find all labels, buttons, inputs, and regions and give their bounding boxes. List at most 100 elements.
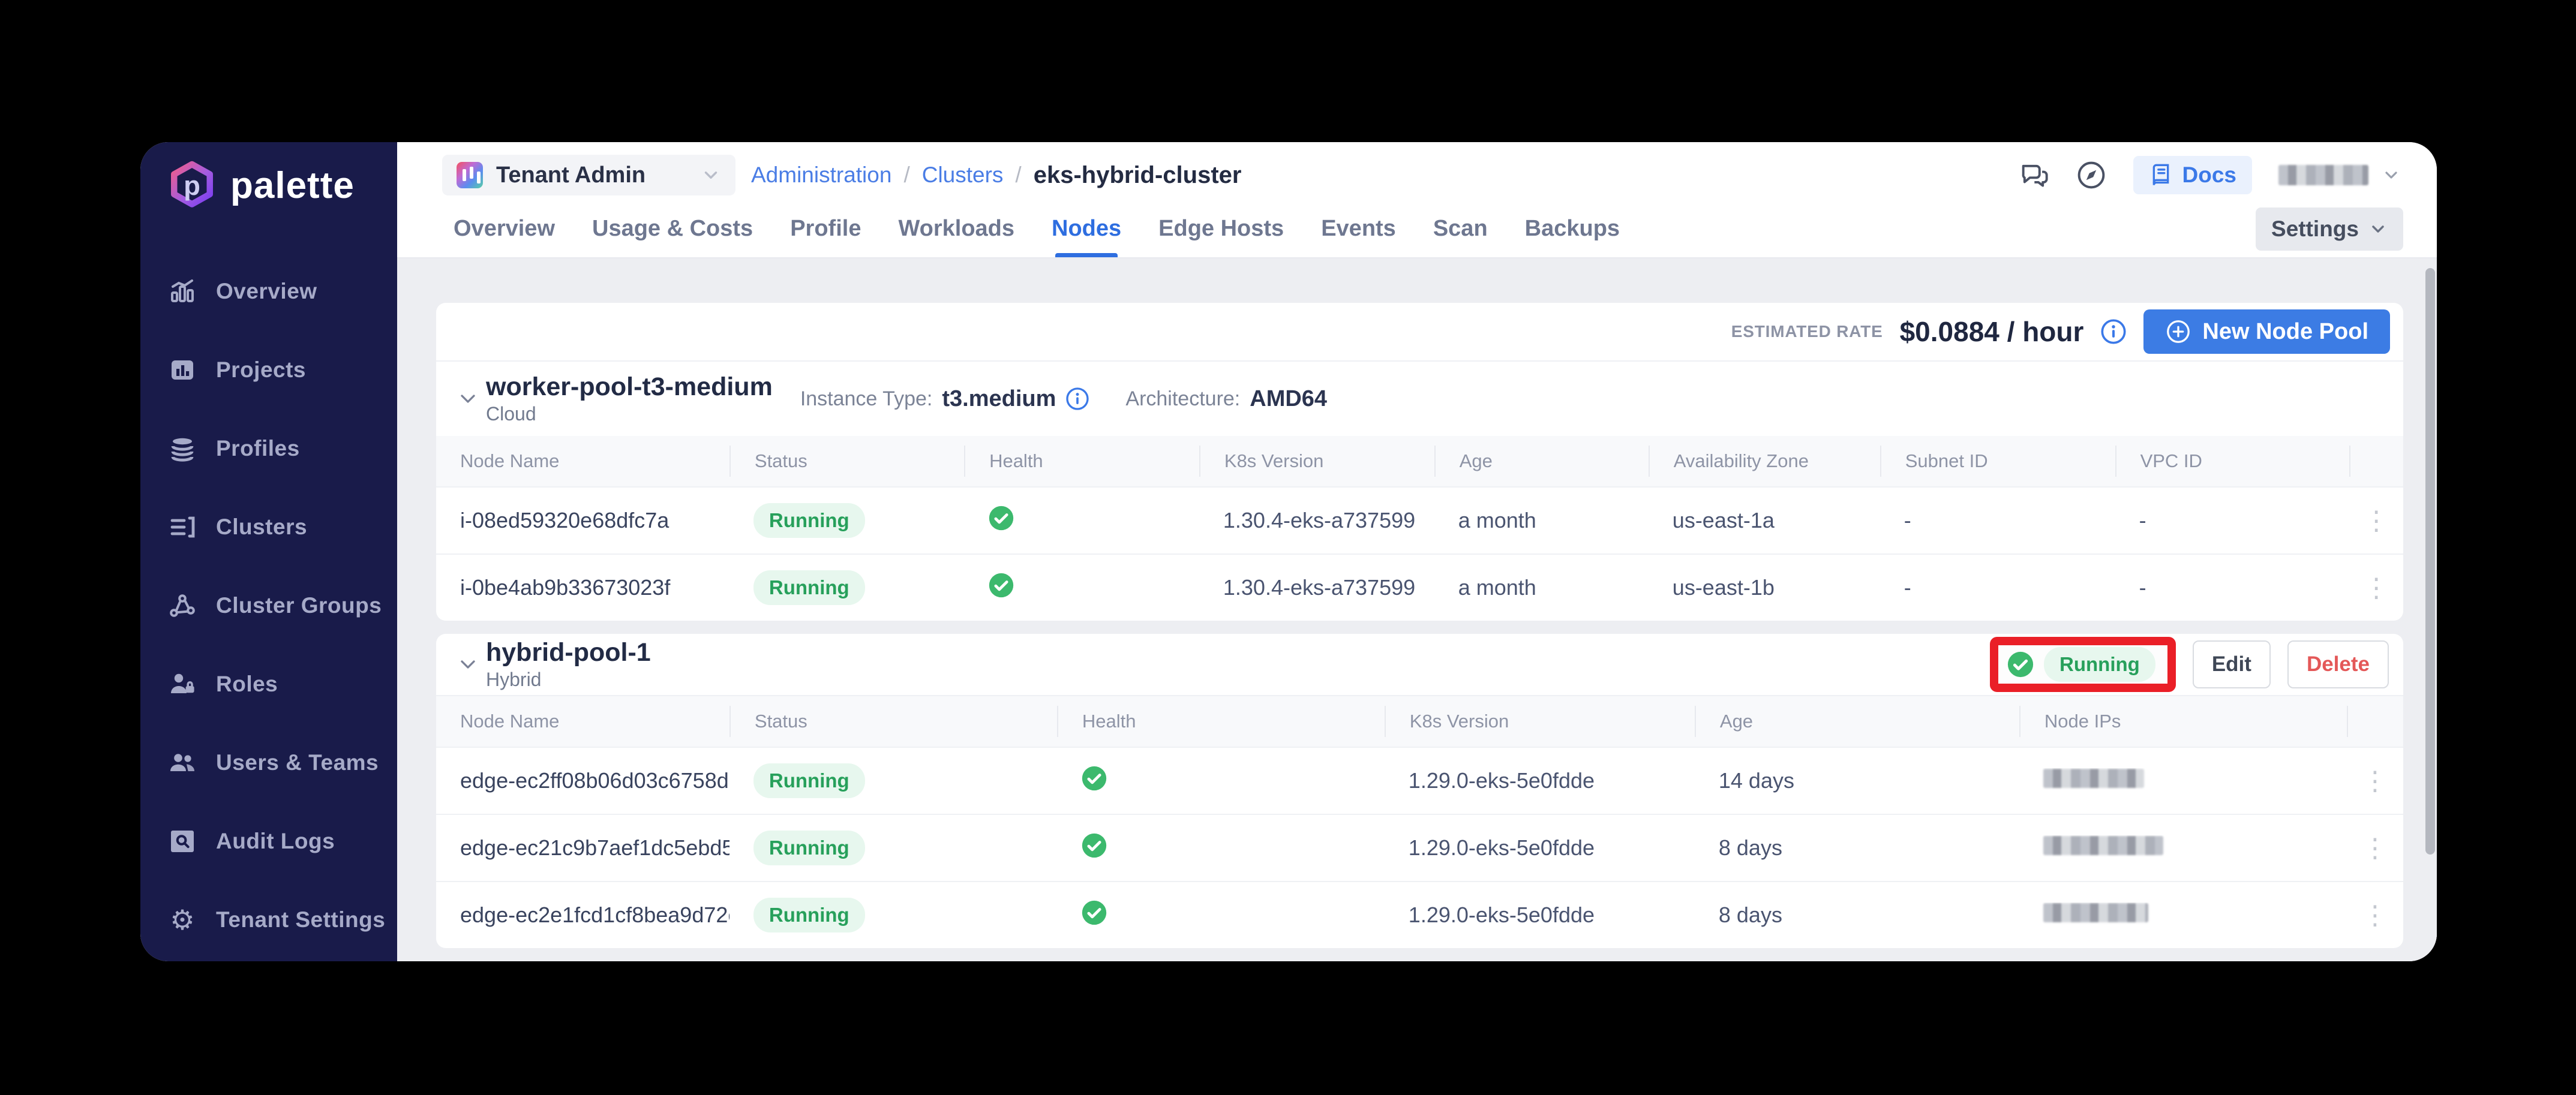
cell-subnet-id: - (1880, 575, 2115, 600)
sidebar-item-users-teams[interactable]: Users & Teams (140, 744, 397, 781)
estimated-rate-value: $0.0884 / hour (1900, 315, 2084, 348)
status-badge: Running (729, 570, 964, 605)
chevron-down-icon (701, 165, 721, 185)
table-row[interactable]: i-08ed59320e68dfc7a Running 1.30.4-eks-a… (436, 486, 2403, 553)
row-actions-kebab-icon[interactable]: ⋮ (2347, 900, 2403, 931)
new-node-pool-button[interactable]: New Node Pool (2143, 309, 2390, 354)
cell-age: 14 days (1695, 768, 2019, 793)
breadcrumb-clusters-link[interactable]: Clusters (922, 163, 1004, 188)
tenant-scope-selector[interactable]: Tenant Admin (442, 155, 735, 195)
collapse-chevron-icon[interactable] (456, 387, 480, 411)
row-actions-kebab-icon[interactable]: ⋮ (2347, 766, 2403, 796)
row-actions-kebab-icon[interactable]: ⋮ (2349, 506, 2403, 536)
col-age: Age (1695, 706, 2019, 737)
pool-type: Cloud (486, 403, 773, 425)
table-row[interactable]: edge-ec2e1fcd1cf8bea9d72ca… Running 1.29… (436, 881, 2403, 948)
profiles-layers-icon (167, 433, 198, 464)
cell-k8s-version: 1.30.4-eks-a737599 (1199, 508, 1434, 533)
table-row[interactable]: edge-ec21c9b7aef1dc5ebd5c… Running 1.29.… (436, 814, 2403, 881)
tab-edge-hosts[interactable]: Edge Hosts (1158, 200, 1284, 257)
info-icon[interactable] (1065, 387, 1089, 411)
pool-name: worker-pool-t3-medium (486, 372, 773, 402)
edit-pool-button[interactable]: Edit (2193, 640, 2271, 688)
breadcrumb-administration-link[interactable]: Administration (751, 163, 891, 188)
cell-k8s-version: 1.30.4-eks-a737599 (1199, 575, 1434, 600)
settings-label: Settings (2271, 216, 2359, 242)
feedback-chat-icon[interactable] (2018, 160, 2049, 191)
col-k8s-version: K8s Version (1199, 446, 1434, 477)
vertical-scrollbar[interactable] (2425, 268, 2435, 855)
tab-backups[interactable]: Backups (1525, 200, 1620, 257)
estimated-rate-label: ESTIMATED RATE (1731, 322, 1883, 341)
top-bar: Tenant Admin Administration / Clusters /… (397, 142, 2437, 200)
col-availability-zone: Availability Zone (1649, 446, 1880, 477)
collapse-chevron-icon[interactable] (456, 652, 480, 676)
worker-pool-card: ESTIMATED RATE $0.0884 / hour New Node P… (436, 303, 2403, 621)
settings-button[interactable]: Settings (2256, 207, 2403, 251)
breadcrumb-current-cluster: eks-hybrid-cluster (1034, 162, 1242, 189)
sidebar-item-overview[interactable]: Overview (140, 273, 397, 310)
palette-hexagon-logo-icon: p (167, 160, 217, 210)
tab-workloads[interactable]: Workloads (898, 200, 1014, 257)
audit-logs-icon (167, 826, 198, 857)
tab-usage-costs[interactable]: Usage & Costs (592, 200, 753, 257)
sidebar-item-projects[interactable]: Projects (140, 351, 397, 389)
logo-text: palette (230, 164, 355, 207)
col-health: Health (1057, 706, 1385, 737)
user-menu[interactable] (2278, 165, 2401, 185)
cell-node-name: edge-ec2e1fcd1cf8bea9d72ca… (436, 903, 729, 928)
info-icon[interactable] (2100, 318, 2127, 345)
pool-meta: Instance Type: t3.medium Architecture: A… (800, 386, 1327, 412)
table-row[interactable]: i-0be4ab9b33673023f Running 1.30.4-eks-a… (436, 553, 2403, 621)
sidebar-item-audit-logs[interactable]: Audit Logs (140, 823, 397, 860)
book-icon (2149, 163, 2173, 187)
sidebar-item-cluster-groups[interactable]: Cluster Groups (140, 587, 397, 624)
cell-node-name: i-0be4ab9b33673023f (436, 575, 729, 600)
sidebar-item-roles[interactable]: Roles (140, 666, 397, 703)
sidebar-item-label: Users & Teams (216, 750, 379, 775)
red-annotation-highlight: Running (1990, 637, 2176, 692)
cell-k8s-version: 1.29.0-eks-5e0fdde (1385, 768, 1695, 793)
sidebar-item-tenant-settings[interactable]: ⚙ Tenant Settings (140, 901, 397, 938)
sidebar-item-label: Roles (216, 672, 278, 697)
tab-scan[interactable]: Scan (1433, 200, 1488, 257)
health-ok-icon (964, 572, 1199, 604)
explore-compass-icon[interactable] (2076, 160, 2107, 191)
gear-icon: ⚙ (167, 904, 198, 935)
delete-pool-button[interactable]: Delete (2287, 640, 2389, 688)
topbar-actions: Docs (2018, 156, 2401, 194)
col-k8s-version: K8s Version (1385, 706, 1695, 737)
hybrid-pool-actions: Running Edit Delete (1990, 637, 2403, 692)
chevron-down-icon (2368, 219, 2388, 239)
cell-availability-zone: us-east-1b (1649, 575, 1880, 600)
cell-node-name: edge-ec21c9b7aef1dc5ebd5c… (436, 835, 729, 861)
tab-nodes[interactable]: Nodes (1052, 200, 1121, 257)
breadcrumb-separator: / (903, 163, 909, 188)
cell-subnet-id: - (1880, 508, 2115, 533)
col-status: Status (729, 446, 964, 477)
projects-icon (167, 354, 198, 386)
tab-profile[interactable]: Profile (790, 200, 861, 257)
cell-node-ips-redacted (2019, 835, 2347, 861)
pool-title-block: hybrid-pool-1 Hybrid (486, 638, 651, 691)
user-name-redacted (2278, 165, 2368, 185)
tab-overview[interactable]: Overview (454, 200, 555, 257)
row-actions-kebab-icon[interactable]: ⋮ (2349, 573, 2403, 603)
col-age: Age (1434, 446, 1649, 477)
pool-type: Hybrid (486, 669, 651, 691)
architecture-label: Architecture: (1125, 387, 1240, 411)
sidebar-item-clusters[interactable]: Clusters (140, 509, 397, 546)
row-actions-kebab-icon[interactable]: ⋮ (2347, 833, 2403, 864)
docs-button[interactable]: Docs (2133, 156, 2252, 194)
table-row[interactable]: edge-ec2ff08b06d03c6758d3… Running 1.29.… (436, 747, 2403, 814)
hybrid-pool-card: hybrid-pool-1 Hybrid Running Edit Delete (436, 634, 2403, 948)
health-ok-icon (1057, 900, 1385, 931)
palette-logo: p palette (140, 160, 397, 210)
sidebar-item-label: Cluster Groups (216, 593, 382, 618)
users-teams-icon (167, 747, 198, 778)
breadcrumb: Administration / Clusters / eks-hybrid-c… (751, 162, 1241, 189)
cell-age: a month (1434, 508, 1649, 533)
col-status: Status (729, 706, 1057, 737)
tab-events[interactable]: Events (1321, 200, 1396, 257)
sidebar-item-profiles[interactable]: Profiles (140, 430, 397, 467)
